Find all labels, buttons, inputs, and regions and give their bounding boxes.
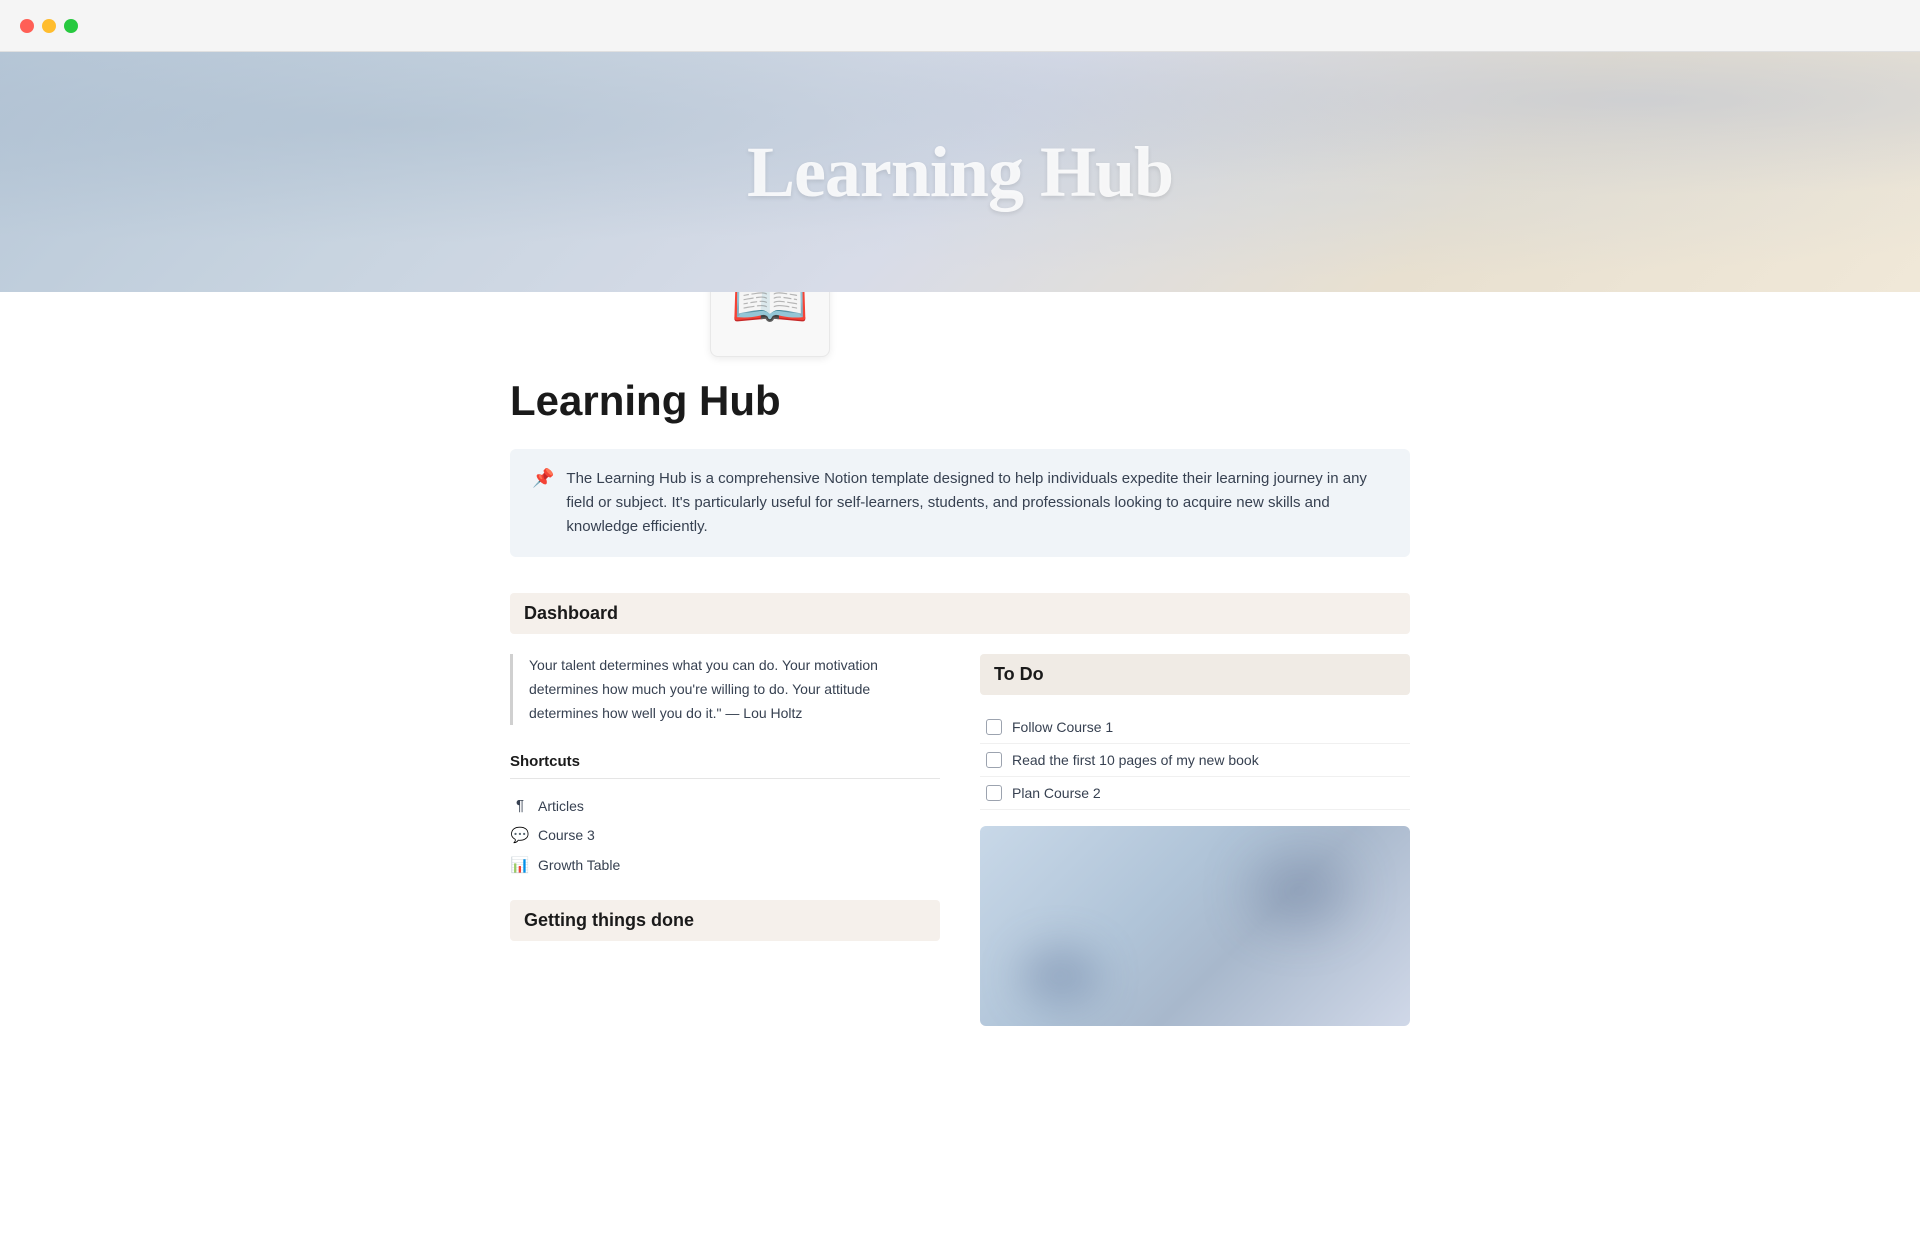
right-column: To Do Follow Course 1 Read the first 10 …: [980, 654, 1410, 1026]
shortcut-course3-label: Course 3: [538, 827, 595, 843]
todo-item-read-book: Read the first 10 pages of my new book: [980, 744, 1410, 777]
shortcut-course3[interactable]: 💬 Course 3: [510, 820, 940, 850]
callout-icon: 📌: [532, 468, 554, 489]
todo-label-3: Plan Course 2: [1012, 785, 1101, 801]
title-bar: [0, 0, 1920, 52]
growth-table-icon: 📊: [510, 856, 530, 874]
todo-item-follow-course: Follow Course 1: [980, 711, 1410, 744]
todo-checkbox-3[interactable]: [986, 785, 1002, 801]
minimize-button[interactable]: [42, 19, 56, 33]
shortcut-articles[interactable]: ¶ Articles: [510, 791, 940, 820]
shortcut-growth-table[interactable]: 📊 Growth Table: [510, 850, 940, 880]
course3-icon: 💬: [510, 826, 530, 844]
todo-header: To Do: [980, 654, 1410, 695]
hero-banner: Learning Hub: [0, 52, 1920, 292]
todo-checkbox-1[interactable]: [986, 719, 1002, 735]
quote-block: Your talent determines what you can do. …: [510, 654, 940, 725]
getting-things-done-header: Getting things done: [510, 900, 940, 941]
todo-checkbox-2[interactable]: [986, 752, 1002, 768]
shortcut-growth-table-label: Growth Table: [538, 857, 620, 873]
shortcuts-header: Shortcuts: [510, 753, 940, 779]
dashboard-header: Dashboard: [510, 593, 1410, 634]
articles-icon: ¶: [510, 797, 530, 814]
callout-box: 📌 The Learning Hub is a comprehensive No…: [510, 449, 1410, 557]
hero-title: Learning Hub: [747, 131, 1173, 214]
shortcut-articles-label: Articles: [538, 798, 584, 814]
quote-text: Your talent determines what you can do. …: [529, 654, 940, 725]
content-area: 📖 Learning Hub 📌 The Learning Hub is a c…: [310, 237, 1610, 1026]
todo-label-2: Read the first 10 pages of my new book: [1012, 752, 1259, 768]
maximize-button[interactable]: [64, 19, 78, 33]
todo-item-plan-course: Plan Course 2: [980, 777, 1410, 810]
close-button[interactable]: [20, 19, 34, 33]
callout-text: The Learning Hub is a comprehensive Noti…: [566, 467, 1388, 539]
todo-label-1: Follow Course 1: [1012, 719, 1113, 735]
left-column: Your talent determines what you can do. …: [510, 654, 940, 1026]
two-col-layout: Your talent determines what you can do. …: [510, 654, 1410, 1026]
page-title: Learning Hub: [510, 377, 1410, 425]
page-wrapper: Learning Hub 📖 Learning Hub 📌 The Learni…: [0, 52, 1920, 1026]
shortcuts-section: Shortcuts ¶ Articles 💬 Course 3 📊 Growth…: [510, 753, 940, 880]
dashboard-image: [980, 826, 1410, 1026]
